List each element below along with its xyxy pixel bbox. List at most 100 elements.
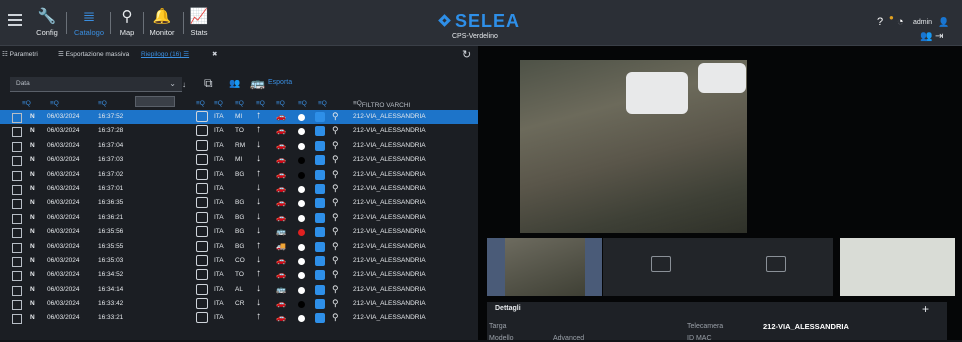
row-checkbox[interactable] [12,242,22,253]
direction-arrow-icon: ↓ [256,225,261,237]
image-placeholder-icon [766,256,786,272]
expand-icon[interactable]: + [922,302,929,316]
export-button[interactable]: Esporta [268,79,292,86]
table-row[interactable]: N 06/03/2024 16:37:52 ITA MI ↑ 🚗 ⚲ 212-VIA_ALESS… [0,110,478,125]
vehicle-photo[interactable] [520,60,747,233]
vehicle-class-icon [315,183,325,194]
table-row[interactable]: N 06/03/2024 16:37:03 ITA MI ↓ 🚗 ⚲ 212-VIA_ALESS… [0,153,478,167]
row-province: TO [235,127,244,135]
logout-icon[interactable]: ⇥ [935,31,943,42]
sort-filter-icon[interactable]: ≡Q [235,100,244,107]
copy-icon[interactable]: ⧉ [204,76,213,91]
tab-riepilogo[interactable]: Riepilogo (16) ☰ [141,50,189,58]
table-row[interactable]: N 06/03/2024 16:34:52 ITA TO ↑ 🚗 ⚲ 212-VIA_ALESS… [0,268,478,282]
bus-icon[interactable]: 🚌 [250,76,265,90]
row-checkbox[interactable] [12,271,22,282]
nav-catalogo[interactable]: ≣ Catalogo [72,6,106,42]
table-row[interactable]: N 06/03/2024 16:37:02 ITA BG ↑ 🚗 ⚲ 212-VIA_ALESS… [0,168,478,182]
refresh-icon[interactable]: ↻ [462,48,471,61]
vehicle-type-icon: 🚗 [276,169,286,179]
vehicle-class-icon [315,241,325,252]
row-checkbox[interactable] [12,300,22,311]
direction-arrow-icon: ↓ [256,153,261,165]
sort-filter-icon[interactable]: ≡Q [276,100,285,107]
nav-stats[interactable]: 📈 Stats [182,6,216,42]
model-label: Modello [489,335,514,342]
row-camera: 212-VIA_ALESSANDRIA [353,314,426,322]
row-checkbox[interactable] [12,199,22,210]
camera-filter-header[interactable]: ≡Q FILTRO VARCHI [353,100,410,109]
table-row[interactable]: N 06/03/2024 16:35:55 ITA BG ↑ 🚚 ⚲ 212-VIA_ALESS… [0,240,478,254]
row-nation: ITA [214,141,224,149]
row-checkbox[interactable] [12,213,22,224]
tab-esportazione[interactable]: ☰ Esportazione massiva [58,50,129,58]
row-checkbox[interactable] [12,141,22,152]
tab-parametri[interactable]: ☷ Parametri [2,50,38,58]
row-type: N [30,314,35,322]
row-time: 16:36:35 [98,199,124,207]
direction-arrow-icon: ↓ [256,297,261,309]
user-icon[interactable]: 👤 [938,17,949,28]
direction-arrow-icon: ↑ [256,110,261,121]
direction-arrow-icon: ↑ [256,167,261,179]
row-checkbox[interactable] [12,127,22,138]
table-row[interactable]: N 06/03/2024 16:35:03 ITA CO ↓ 🚗 ⚲ 212-VIA_ALESS… [0,254,478,268]
photo-thumbnail[interactable] [603,238,718,296]
row-checkbox[interactable] [12,184,22,195]
sort-filter-icon[interactable]: ≡Q [22,100,31,107]
vehicle-type-icon: 🚗 [276,198,286,208]
table-row[interactable]: N 06/03/2024 16:36:35 ITA BG ↓ 🚗 ⚲ 212-VIA_ALESS… [0,196,478,210]
sort-filter-icon[interactable]: ≡Q [214,100,223,107]
sort-filter-icon[interactable]: ≡Q [318,100,327,107]
row-checkbox[interactable] [12,170,22,181]
photo-thumbnail[interactable] [718,238,833,296]
table-row[interactable]: N 06/03/2024 16:37:28 ITA TO ↑ 🚗 ⚲ 212-VIA_ALESS… [0,124,478,138]
sort-filter-icon[interactable]: ≡Q [50,100,59,107]
user-group-icon[interactable]: 👥 [920,31,932,42]
sort-filter-icon[interactable]: ≡Q [98,100,107,107]
help-icon[interactable]: ? [877,16,883,28]
people-icon[interactable]: 👥 [229,78,240,89]
row-checkbox[interactable] [12,256,22,267]
row-checkbox[interactable] [12,314,22,325]
table-row[interactable]: N 06/03/2024 16:35:56 ITA BG ↓ 🚌 ⚲ 212-VIA_ALESS… [0,225,478,239]
map-thumbnail[interactable] [840,238,955,296]
plate-icon [196,226,208,238]
row-time: 16:37:01 [98,184,124,192]
row-date: 06/03/2024 [47,256,80,264]
nav-map-label: Map [119,28,135,37]
notification-icon[interactable]: ● [889,13,894,22]
vehicle-type-icon: 🚗 [276,255,286,265]
sort-filter-icon[interactable]: ≡Q [196,100,205,107]
plate-icon [196,168,208,180]
sort-filter-icon[interactable]: ≡Q [298,100,307,107]
sort-down-icon[interactable]: ↓ [182,80,186,89]
table-row[interactable]: N 06/03/2024 16:37:04 ITA RM ↓ 🚗 ⚲ 212-VIA_ALESS… [0,139,478,153]
photo-thumbnail[interactable] [487,238,602,296]
user-circle-icon[interactable]: ◔ [897,16,904,28]
sort-filter-icon[interactable]: ≡Q [256,100,265,107]
row-type: N [30,184,35,192]
table-row[interactable]: N 06/03/2024 16:33:21 ITA ↑ 🚗 ⚲ 212-VIA_ALESSAN… [0,311,478,325]
color-dot-icon [298,243,305,251]
nav-map[interactable]: ⚲ Map [110,6,144,42]
list-icon: ≣ [82,8,96,25]
menu-icon[interactable] [8,14,22,26]
date-filter-label: Data [16,80,30,87]
date-filter-select[interactable]: Data ⌄ [10,77,182,92]
row-checkbox[interactable] [12,228,22,239]
time-search-input[interactable] [135,96,175,107]
row-checkbox[interactable] [12,113,22,123]
table-row[interactable]: N 06/03/2024 16:33:42 ITA CR ↓ 🚗 ⚲ 212-VIA_ALESS… [0,297,478,311]
nav-config[interactable]: 🔧 Config [30,6,64,42]
location-pin-icon: ⚲ [332,312,339,323]
table-row[interactable]: N 06/03/2024 16:34:14 ITA AL ↓ 🚌 ⚲ 212-VIA_ALESS… [0,283,478,297]
row-checkbox[interactable] [12,285,22,296]
table-row[interactable]: N 06/03/2024 16:37:01 ITA ↓ 🚗 ⚲ 212-VIA_ALESSAN… [0,182,478,196]
table-row[interactable]: N 06/03/2024 16:36:21 ITA BG ↓ 🚗 ⚲ 212-VIA_ALESS… [0,211,478,225]
vehicle-type-icon: 🚗 [276,155,286,165]
collapse-icon[interactable]: ✖ [212,50,217,58]
nav-monitor[interactable]: 🔔 Monitor [145,6,179,42]
plate-icon [196,182,208,194]
row-checkbox[interactable] [12,156,22,167]
